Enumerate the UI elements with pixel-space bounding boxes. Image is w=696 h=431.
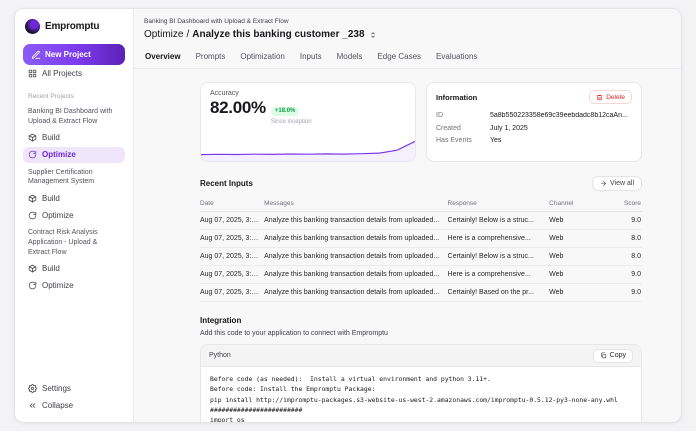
sidebar: Empromptu New Project All Projects Recen… [15, 9, 134, 422]
delete-label: Delete [606, 94, 625, 101]
column-header-date: Date [200, 197, 264, 212]
column-header-messages: Messages [264, 197, 447, 212]
sidebar-bottom: Settings Collapse [23, 368, 125, 414]
recent-inputs-table: DateMessagesResponseChannelScore Aug 07,… [200, 197, 642, 302]
sidebar-item-build[interactable]: Build [23, 130, 125, 146]
sidebar-item-build[interactable]: Build [23, 190, 125, 206]
table-row[interactable]: Aug 07, 2025, 3:2...Analyze this banking… [200, 230, 642, 248]
information-fields: ID5a8b550223358e69c39eebdadc8b12caAn... C… [436, 112, 632, 144]
stat-cards: Accuracy 82.00% +18.0% Since inception [200, 82, 642, 162]
column-header-channel: Channel [549, 197, 598, 212]
table-row[interactable]: Aug 07, 2025, 3:2...Analyze this banking… [200, 212, 642, 230]
accuracy-value: 82.00% [210, 99, 266, 117]
info-field-id: ID5a8b550223358e69c39eebdadc8b12caAn... [436, 112, 632, 119]
page-title: Optimize / Analyze this banking customer… [144, 29, 681, 40]
accuracy-label: Accuracy [210, 90, 406, 97]
delete-button[interactable]: Delete [589, 90, 632, 104]
table-row[interactable]: Aug 07, 2025, 3:2...Analyze this banking… [200, 248, 642, 266]
code-block-header: Python Copy [201, 345, 641, 367]
tab-overview[interactable]: Overview [144, 49, 182, 68]
new-project-label: New Project [45, 50, 91, 59]
sidebar-item-all-projects[interactable]: All Projects [23, 65, 125, 82]
all-projects-icon [28, 69, 37, 78]
recent-inputs-title: Recent Inputs [200, 179, 253, 188]
tab-inputs[interactable]: Inputs [299, 49, 323, 68]
information-card: Information Delete ID5a8b550223358e69c39… [426, 82, 642, 162]
main-header: Banking BI Dashboard with Upload & Extra… [134, 9, 681, 69]
table-row[interactable]: Aug 07, 2025, 3:2...Analyze this banking… [200, 284, 642, 302]
accuracy-sparkline [201, 135, 415, 161]
accuracy-caption: Since inception [271, 119, 312, 125]
project-name: Supplier Certification Management System [23, 164, 125, 190]
new-project-icon [31, 50, 41, 60]
information-title: Information [436, 93, 477, 102]
trash-icon [596, 94, 603, 101]
title-prefix: Optimize [144, 29, 183, 40]
optimize-icon [28, 281, 37, 290]
tab-optimization[interactable]: Optimization [239, 49, 285, 68]
overview-panel: Accuracy 82.00% +18.0% Since inception [134, 69, 681, 422]
sidebar-item-collapse[interactable]: Collapse [23, 397, 125, 414]
title-selector-icon[interactable] [369, 31, 377, 39]
table-header-row: DateMessagesResponseChannelScore [200, 197, 642, 212]
project-name: Contract Risk Analysis Application - Upl… [23, 224, 125, 259]
recent-inputs-header: Recent Inputs View all [200, 176, 642, 191]
recent-projects-list: Banking BI Dashboard with Upload & Extra… [23, 103, 125, 295]
accuracy-card: Accuracy 82.00% +18.0% Since inception [200, 82, 416, 162]
project-name: Banking BI Dashboard with Upload & Extra… [23, 103, 125, 129]
all-projects-label: All Projects [42, 69, 82, 78]
accuracy-delta-badge: +18.0% [271, 107, 300, 116]
code-content: Before code (as needed): Install a virtu… [201, 367, 641, 422]
info-field-has-events: Has EventsYes [436, 137, 632, 144]
tab-edge-cases[interactable]: Edge Cases [376, 49, 422, 68]
table-body: Aug 07, 2025, 3:2...Analyze this banking… [200, 212, 642, 302]
app-window: Empromptu New Project All Projects Recen… [14, 8, 682, 423]
sidebar-item-optimize[interactable]: Optimize [23, 207, 125, 223]
build-icon [28, 194, 37, 203]
copy-icon [600, 352, 607, 359]
build-icon [28, 133, 37, 142]
info-field-created: CreatedJuly 1, 2025 [436, 125, 632, 132]
tab-models[interactable]: Models [336, 49, 364, 68]
sidebar-item-settings[interactable]: Settings [23, 380, 125, 397]
sidebar-item-optimize[interactable]: Optimize [23, 147, 125, 163]
integration-header: Integration [200, 316, 642, 325]
tabs: Overview Prompts Optimization Inputs Models E… [134, 49, 681, 69]
tab-prompts[interactable]: Prompts [195, 49, 227, 68]
integration-subtitle: Add this code to your application to con… [200, 330, 642, 337]
column-header-score: Score [598, 197, 642, 212]
view-all-label: View all [610, 180, 634, 187]
empromptu-logo [25, 19, 40, 34]
new-project-button[interactable]: New Project [23, 44, 125, 65]
column-header-response: Response [448, 197, 550, 212]
title-separator: / [186, 29, 189, 40]
build-icon [28, 264, 37, 273]
arrow-right-icon [600, 180, 607, 187]
settings-label: Settings [42, 384, 71, 393]
brand-name: Empromptu [45, 21, 99, 32]
recent-projects-label: Recent Projects [23, 93, 125, 100]
optimize-icon [28, 150, 37, 159]
view-all-button[interactable]: View all [592, 176, 642, 191]
collapse-icon [28, 401, 37, 410]
copy-label: Copy [610, 352, 626, 359]
breadcrumb: Banking BI Dashboard with Upload & Extra… [144, 18, 681, 25]
table-row[interactable]: Aug 07, 2025, 3:2...Analyze this banking… [200, 266, 642, 284]
sidebar-item-build[interactable]: Build [23, 261, 125, 277]
code-language-label: Python [209, 352, 231, 359]
tab-evaluations[interactable]: Evaluations [435, 49, 478, 68]
sidebar-item-optimize[interactable]: Optimize [23, 278, 125, 294]
integration-title: Integration [200, 316, 241, 325]
title-text: Analyze this banking customer _238 [192, 29, 364, 40]
collapse-label: Collapse [42, 401, 73, 410]
code-block: Python Copy Before code (as needed): Ins… [200, 344, 642, 422]
main-content: Banking BI Dashboard with Upload & Extra… [134, 9, 681, 422]
optimize-icon [28, 211, 37, 220]
gear-icon [28, 384, 37, 393]
copy-button[interactable]: Copy [593, 349, 633, 363]
brand: Empromptu [23, 19, 125, 34]
